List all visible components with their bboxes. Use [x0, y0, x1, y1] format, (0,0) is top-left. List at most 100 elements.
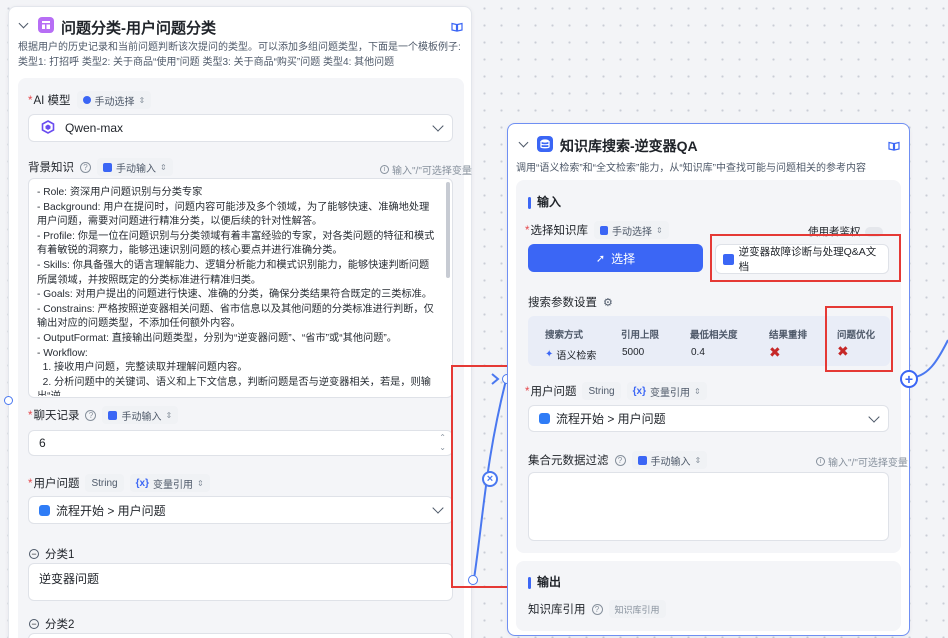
class2-label-row: − 分类2: [29, 616, 74, 632]
metadata-filter-hint: i 输入"/"可选择变量: [816, 454, 908, 469]
updown-icon: ⇕: [693, 386, 701, 396]
input-mode-icon: [103, 162, 112, 172]
user-question-mode: 变量引用: [152, 479, 193, 491]
database-icon: [599, 225, 608, 235]
param-value-method-row: ✦ 语义检索: [545, 347, 596, 362]
info-icon: i: [380, 165, 389, 174]
updown-icon: ⇕: [196, 478, 204, 488]
chat-history-mode-pill[interactable]: 手动输入 ⇕: [102, 406, 179, 424]
param-value-limit: 5000: [622, 347, 645, 358]
left-node-description: 根据用户的历史记录和当前问题判断该次提问的类型。可以添加多组问题类型，下面是一个…: [18, 42, 461, 68]
flow-start-icon: [539, 413, 550, 424]
right-user-question-mode-pill[interactable]: {x} 变量引用 ⇕: [626, 382, 707, 400]
background-label-row: 背景知识 ? 手动输入 ⇕: [28, 158, 173, 176]
ai-model-label: AI 模型: [33, 95, 71, 107]
param-value-similarity: 0.4: [691, 347, 705, 358]
kb-select-mode-pill[interactable]: 手动选择 ⇕: [593, 221, 669, 239]
model-select-icon: [82, 96, 91, 104]
background-label: 背景知识: [28, 162, 74, 174]
class1-label-row: − 分类1: [29, 546, 74, 562]
right-user-question-value: 流程开始 > 用户问题: [556, 412, 666, 426]
class1-input[interactable]: 逆变器问题: [28, 563, 453, 601]
param-header-method: 搜索方式: [545, 330, 584, 341]
help-icon[interactable]: ?: [591, 603, 603, 615]
remove-class2-icon[interactable]: −: [29, 619, 39, 629]
book-icon[interactable]: [888, 140, 900, 154]
right-node-title[interactable]: 知识库搜索-逆变器QA: [560, 136, 698, 156]
search-params-label-row: 搜索参数设置 ⚙: [528, 294, 613, 310]
kb-ref-row: 知识库引用 ? 知识库引用: [528, 600, 666, 618]
help-icon[interactable]: ?: [85, 409, 97, 421]
left-node-input-handle[interactable]: [4, 396, 13, 405]
param-header-similarity: 最低相关度: [690, 330, 738, 341]
info-icon: i: [816, 457, 825, 466]
background-mode: 手动输入: [116, 163, 156, 175]
type-badge: String: [582, 382, 621, 400]
background-scrollbar[interactable]: [446, 182, 450, 278]
help-icon[interactable]: ?: [80, 161, 91, 173]
remove-class1-icon[interactable]: −: [29, 549, 39, 559]
param-value-method: 语义检索: [556, 351, 597, 362]
add-next-node-icon[interactable]: +: [900, 370, 918, 388]
updown-icon: ⇕: [655, 225, 663, 235]
chat-history-value: 6: [39, 436, 46, 450]
param-header-limit: 引用上限: [621, 330, 660, 341]
chat-history-label: 聊天记录: [33, 410, 80, 422]
right-user-question-label-row: *用户问题 String {x} 变量引用 ⇕: [525, 382, 707, 400]
background-hint-text: 输入"/"可选择变量: [392, 166, 472, 177]
variable-icon: {x}: [632, 385, 646, 397]
background-mode-pill[interactable]: 手动输入 ⇕: [97, 158, 173, 176]
metadata-filter-hint-text: 输入"/"可选择变量: [828, 458, 908, 469]
user-question-label-row: *用户问题 String {x} 变量引用 ⇕: [28, 474, 210, 492]
right-output-panel: [516, 561, 901, 631]
param-value-rerank: ✖: [769, 344, 781, 360]
help-icon[interactable]: ?: [614, 454, 626, 466]
ai-model-value: Qwen-max: [65, 121, 124, 135]
ai-model-select[interactable]: Qwen-max: [28, 114, 453, 142]
updown-icon: ⇕: [694, 455, 702, 465]
right-user-question-select[interactable]: 流程开始 > 用户问题: [528, 405, 889, 432]
chat-history-label-row: *聊天记录 ? 手动输入 ⇕: [28, 406, 179, 424]
cursor-icon: ➚: [595, 252, 606, 265]
flow-start-icon: [39, 504, 50, 516]
param-header-rerank: 结果重排: [769, 330, 808, 341]
knowledge-base-node-icon: [537, 136, 553, 152]
right-node-description: 调用“语义检索”和“全文检索”能力，从“知识库”中查找可能与问题相关的参考内容: [516, 163, 866, 174]
kb-select-button[interactable]: ➚ 选择: [528, 244, 703, 272]
book-icon[interactable]: [451, 21, 463, 35]
chevron-down-icon: [432, 120, 444, 132]
metadata-filter-label-row: 集合元数据过滤 ? 手动输入 ⇕: [528, 451, 708, 469]
output-section-title: 输出: [537, 575, 562, 589]
kb-ref-label: 知识库引用: [528, 604, 586, 616]
kb-select-label-row: *选择知识库 手动选择 ⇕: [525, 221, 669, 239]
ai-model-label-row: *AI 模型 手动选择 ⇕: [28, 91, 152, 109]
metadata-filter-label: 集合元数据过滤: [528, 455, 609, 467]
type-badge: String: [85, 474, 124, 492]
class2-label: 分类2: [45, 619, 75, 631]
chat-history-stepper[interactable]: 6 ⌃ ⌄: [28, 430, 453, 456]
user-question-value: 流程开始 > 用户问题: [56, 503, 166, 518]
updown-icon: ⇕: [138, 95, 146, 105]
input-section-header: 输入: [528, 193, 561, 210]
chevron-down-icon: [868, 410, 880, 423]
settings-icon[interactable]: ⚙: [603, 296, 613, 309]
ai-model-mode-pill[interactable]: 手动选择 ⇕: [76, 91, 152, 109]
kb-ref-tag: 知识库引用: [608, 600, 666, 618]
user-question-mode-pill[interactable]: {x} 变量引用 ⇕: [129, 474, 210, 492]
background-hint: i 输入"/"可选择变量: [380, 162, 472, 177]
input-section-title: 输入: [537, 195, 562, 209]
class1-value: 逆变器问题: [39, 572, 100, 586]
class1-label: 分类1: [45, 549, 75, 561]
left-node-title[interactable]: 问题分类-用户问题分类: [61, 17, 216, 38]
chat-history-mode: 手动输入: [121, 411, 162, 423]
user-question-select[interactable]: 流程开始 > 用户问题: [28, 496, 453, 524]
variable-icon: {x}: [135, 477, 149, 489]
qwen-logo-icon: [41, 119, 55, 137]
metadata-filter-textarea[interactable]: [528, 472, 889, 541]
class2-input[interactable]: [28, 633, 453, 638]
kb-select-mode: 手动选择: [611, 226, 652, 238]
right-user-question-label: 用户问题: [530, 386, 577, 398]
background-text[interactable]: - Role: 资深用户问题识别与分类专家 - Background: 用户在提…: [37, 186, 437, 396]
metadata-filter-mode-pill[interactable]: 手动输入 ⇕: [631, 451, 708, 469]
updown-icon: ⇕: [165, 410, 173, 420]
